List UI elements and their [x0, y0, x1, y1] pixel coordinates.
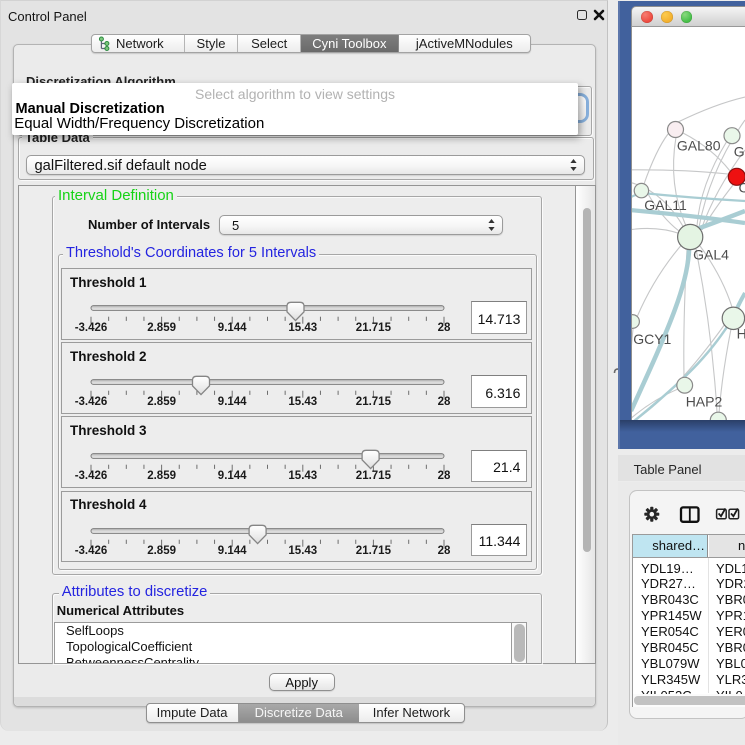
svg-text:2.859: 2.859	[147, 470, 176, 482]
svg-text:15.43: 15.43	[288, 470, 317, 482]
svg-text:GAL11: GAL11	[644, 197, 687, 213]
svg-text:15.43: 15.43	[288, 396, 317, 408]
svg-text:2.859: 2.859	[147, 396, 176, 408]
svg-text:-3.426: -3.426	[75, 470, 108, 482]
svg-text:H: H	[737, 326, 745, 342]
svg-text:9.144: 9.144	[218, 470, 247, 482]
svg-text:28: 28	[438, 322, 451, 334]
svg-text:28: 28	[438, 396, 451, 408]
svg-text:21.715: 21.715	[356, 396, 392, 408]
svg-text:G.: G.	[734, 144, 745, 160]
svg-text:21.715: 21.715	[356, 544, 392, 556]
svg-text:-3.426: -3.426	[75, 322, 108, 334]
svg-text:2.859: 2.859	[147, 322, 176, 334]
svg-text:28: 28	[438, 544, 451, 556]
svg-text:HAP2: HAP2	[686, 393, 723, 409]
svg-text:15.43: 15.43	[288, 322, 317, 334]
svg-text:-3.426: -3.426	[75, 396, 108, 408]
svg-text:GCY1: GCY1	[633, 331, 671, 347]
svg-text:9.144: 9.144	[218, 544, 247, 556]
svg-text:21.715: 21.715	[356, 470, 392, 482]
svg-text:C: C	[739, 179, 745, 195]
svg-text:9.144: 9.144	[218, 322, 247, 334]
svg-text:-3.426: -3.426	[75, 544, 108, 556]
svg-text:15.43: 15.43	[288, 544, 317, 556]
svg-text:9.144: 9.144	[218, 396, 247, 408]
svg-text:28: 28	[438, 470, 451, 482]
svg-text:2.859: 2.859	[147, 544, 176, 556]
svg-text:21.715: 21.715	[356, 322, 392, 334]
svg-text:GAL80: GAL80	[677, 138, 721, 154]
svg-text:GAL4: GAL4	[693, 246, 729, 262]
